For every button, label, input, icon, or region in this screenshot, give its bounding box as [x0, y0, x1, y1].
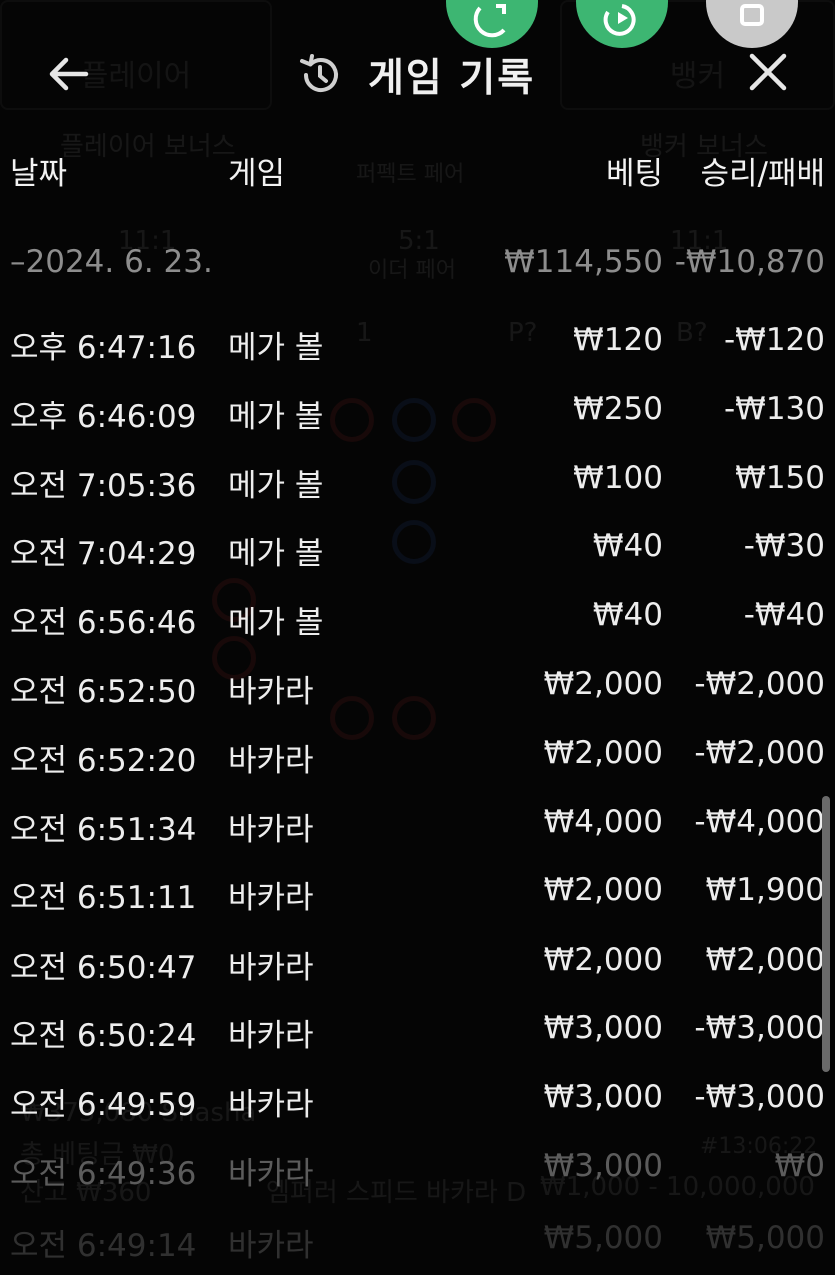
table-row[interactable]: 오후 6:47:16 메가 볼 ₩120 -₩120	[0, 322, 835, 368]
row-winloss: -₩40	[743, 597, 825, 633]
group-total-winloss: -₩10,870	[674, 244, 825, 280]
game-history-screen: 플레이어 뱅커 플레이어 보너스 퍼펙트 페어 뱅커 보너스 11:1 5:1 …	[0, 0, 835, 1275]
row-time: 오전 6:52:50	[10, 674, 197, 710]
row-bet: ₩3,000	[543, 1079, 663, 1115]
row-time: 오전 6:50:24	[10, 1018, 197, 1054]
table-row[interactable]: 오전 6:52:20 바카라 ₩2,000 -₩2,000	[0, 735, 835, 781]
row-time: 오전 7:04:29	[10, 536, 197, 572]
row-winloss: -₩3,000	[694, 1079, 825, 1115]
row-game: 바카라	[228, 1018, 314, 1054]
table-row[interactable]: 오전 7:04:29 메가 볼 ₩40 -₩30	[0, 528, 835, 574]
table-row[interactable]: 오전 7:05:36 메가 볼 ₩100 ₩150	[0, 460, 835, 506]
table-row[interactable]: 오전 6:51:11 바카라 ₩2,000 ₩1,900	[0, 872, 835, 918]
row-game: 메가 볼	[228, 330, 324, 366]
row-time: 오후 6:47:16	[10, 330, 197, 366]
row-bet: ₩2,000	[543, 666, 663, 702]
row-time: 오전 6:52:20	[10, 743, 197, 779]
row-game: 바카라	[228, 743, 314, 779]
row-bet: ₩40	[592, 528, 663, 564]
row-game: 메가 볼	[228, 468, 324, 504]
row-bet: ₩4,000	[543, 804, 663, 840]
row-winloss: ₩150	[735, 460, 825, 496]
row-game: 메가 볼	[228, 605, 324, 641]
history-clock-icon	[300, 54, 338, 92]
refresh-icon	[473, 4, 506, 38]
table-header: 날짜 게임 베팅 승리/패배	[0, 148, 835, 194]
group-date: –2024. 6. 23.	[10, 244, 213, 280]
row-time: 오전 6:49:59	[10, 1087, 197, 1123]
table-row[interactable]: 오전 6:49:36 바카라 ₩3,000 ₩0	[0, 1148, 835, 1194]
row-bet: ₩2,000	[543, 872, 663, 908]
row-winloss: -₩2,000	[694, 666, 825, 702]
row-winloss: -₩130	[723, 391, 825, 427]
table-row[interactable]: 오후 6:46:09 메가 볼 ₩250 -₩130	[0, 391, 835, 437]
row-game: 바카라	[228, 1228, 314, 1264]
row-game: 바카라	[228, 674, 314, 710]
row-time: 오전 6:56:46	[10, 605, 197, 641]
table-row[interactable]: 오전 6:49:59 바카라 ₩3,000 -₩3,000	[0, 1079, 835, 1125]
row-time: 오전 6:50:47	[10, 950, 197, 986]
row-game: 메가 볼	[228, 536, 324, 572]
row-winloss: -₩120	[723, 322, 825, 358]
row-winloss: ₩5,000	[705, 1220, 825, 1256]
row-time: 오전 6:49:36	[10, 1156, 197, 1192]
row-bet: ₩250	[573, 391, 663, 427]
row-bet: ₩2,000	[543, 942, 663, 978]
header-title-group: 게임 기록	[298, 46, 535, 104]
row-winloss: -₩4,000	[694, 804, 825, 840]
row-bet: ₩3,000	[543, 1148, 663, 1184]
row-bet: ₩100	[573, 460, 663, 496]
column-header-game: 게임	[228, 156, 286, 192]
close-icon[interactable]	[748, 52, 788, 92]
row-time: 오전 7:05:36	[10, 468, 197, 504]
row-game: 바카라	[228, 1087, 314, 1123]
table-row[interactable]: 오전 6:50:47 바카라 ₩2,000 ₩2,000	[0, 942, 835, 988]
row-winloss: ₩2,000	[705, 942, 825, 978]
row-bet: ₩120	[573, 322, 663, 358]
row-game: 바카라	[228, 812, 314, 848]
row-time: 오전 6:51:11	[10, 880, 197, 916]
row-winloss: ₩0	[774, 1148, 825, 1184]
table-row[interactable]: 오전 6:52:50 바카라 ₩2,000 -₩2,000	[0, 666, 835, 712]
page-title: 게임 기록	[368, 56, 536, 101]
table-row[interactable]: 오전 6:49:14 바카라 ₩5,000 ₩5,000	[0, 1220, 835, 1266]
date-group-row[interactable]: –2024. 6. 23. ₩114,550 -₩10,870	[0, 244, 835, 290]
scrollbar[interactable]	[822, 796, 830, 1072]
row-winloss: ₩1,900	[705, 872, 825, 908]
row-game: 메가 볼	[228, 399, 324, 435]
row-bet: ₩3,000	[543, 1010, 663, 1046]
table-row[interactable]: 오전 6:51:34 바카라 ₩4,000 -₩4,000	[0, 804, 835, 850]
row-bet: ₩2,000	[543, 735, 663, 771]
row-winloss: -₩30	[743, 528, 825, 564]
table-row[interactable]: 오전 6:56:46 메가 볼 ₩40 -₩40	[0, 597, 835, 643]
row-time: 오전 6:49:14	[10, 1228, 197, 1264]
arrow-left-icon[interactable]	[46, 52, 90, 96]
row-game: 바카라	[228, 950, 314, 986]
row-game: 바카라	[228, 1156, 314, 1192]
row-time: 오후 6:46:09	[10, 399, 197, 435]
group-total-bet: ₩114,550	[504, 244, 663, 280]
column-header-date: 날짜	[10, 156, 68, 192]
row-bet: ₩40	[592, 597, 663, 633]
stop-icon	[740, 4, 764, 26]
row-time: 오전 6:51:34	[10, 812, 197, 848]
header: 게임 기록	[0, 40, 835, 110]
replay-icon	[603, 4, 636, 36]
column-header-winloss: 승리/패배	[700, 156, 825, 192]
row-winloss: -₩2,000	[694, 735, 825, 771]
row-bet: ₩5,000	[543, 1220, 663, 1256]
column-header-bet: 베팅	[605, 156, 663, 192]
table-row[interactable]: 오전 6:50:24 바카라 ₩3,000 -₩3,000	[0, 1010, 835, 1056]
row-game: 바카라	[228, 880, 314, 916]
row-winloss: -₩3,000	[694, 1010, 825, 1046]
